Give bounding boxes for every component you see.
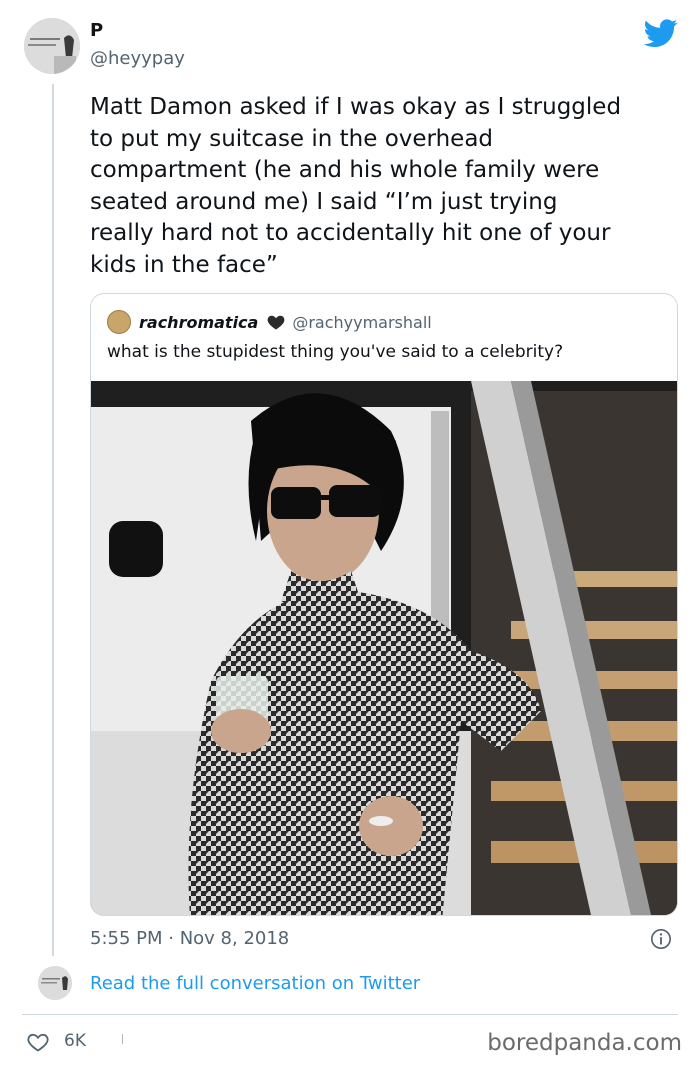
heart-badge-icon	[267, 315, 285, 330]
thread-avatar[interactable]	[38, 966, 72, 1000]
like-count: 6K	[64, 1031, 86, 1051]
author-avatar[interactable]	[24, 18, 80, 74]
quoted-author-avatar[interactable]	[107, 310, 131, 334]
footer-divider	[22, 1014, 678, 1015]
quoted-tweet-header: rachromatica @rachyymarshall	[107, 310, 432, 334]
tweet-timestamp[interactable]: 5:55 PM · Nov 8, 2018	[90, 928, 289, 949]
quoted-author-name[interactable]: rachromatica	[139, 313, 258, 332]
tweet-photo[interactable]	[91, 381, 677, 915]
author-handle[interactable]: @heyypay	[90, 48, 185, 69]
read-full-conversation-link[interactable]: Read the full conversation on Twitter	[90, 973, 420, 994]
thread-line	[52, 84, 54, 956]
watermark: boredpanda.com	[487, 1030, 682, 1056]
author-name[interactable]: P	[90, 20, 103, 41]
action-separator	[122, 1034, 123, 1044]
quoted-tweet-card[interactable]: rachromatica @rachyymarshall what is the…	[90, 293, 678, 916]
twitter-bird-icon[interactable]	[644, 16, 678, 50]
quoted-tweet-text: what is the stupidest thing you've said …	[107, 342, 564, 362]
heart-outline-icon[interactable]	[26, 1030, 50, 1054]
info-icon[interactable]	[650, 928, 672, 950]
tweet-text: Matt Damon asked if I was okay as I stru…	[90, 94, 622, 278]
quoted-author-handle[interactable]: @rachyymarshall	[292, 313, 431, 332]
